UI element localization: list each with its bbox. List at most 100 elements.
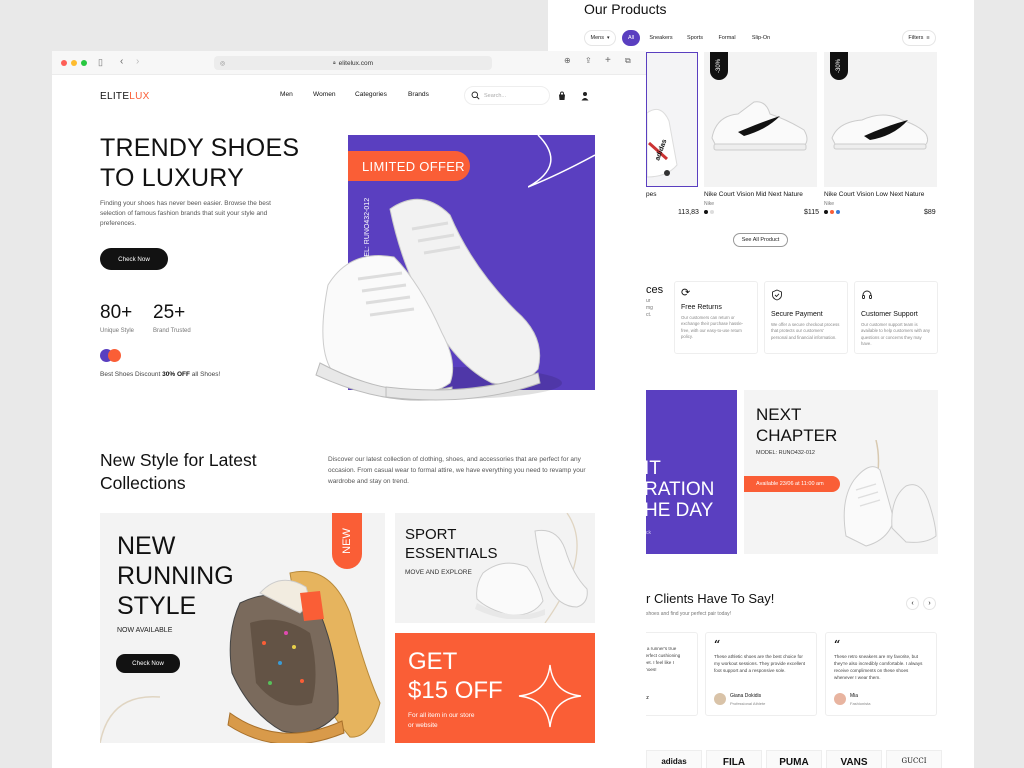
url-text: elitelux.com [338,59,373,67]
stat-brands-label: Brand Trusted [153,328,191,334]
avatar [714,693,726,705]
stat-styles-number: 80+ [100,302,133,323]
discount-circles-icon [100,349,122,363]
nav-brands[interactable]: Brands [408,91,429,98]
back-arrow-icon[interactable]: ‹ [120,56,123,67]
product-card-1[interactable]: -30% [704,52,817,187]
product-brand-1: Nike [704,201,715,207]
now-available-label: NOW AVAILABLE [117,627,173,634]
discount-badge: -30% [710,52,728,80]
product-brand-2: Nike [824,201,835,207]
availability-badge: Available 23/06 at 11:00 am [744,476,840,492]
see-all-button[interactable]: See All Product [733,233,788,247]
services-title-partial: ces [646,284,664,296]
product-price-2: $89 [924,209,936,216]
forward-arrow-icon[interactable]: › [136,56,139,67]
testimonials-title-partial: r Clients Have To Say! [646,591,775,606]
testimonials-sub-partial: shoes and find your perfect pair today! [646,611,732,617]
sneaker-image [843,440,937,547]
services-desc-partial: ur mg ct. [646,298,653,318]
sneaker-image: adidas [647,108,678,178]
service-card-payment: Secure Payment We offer a secure checkou… [764,281,848,354]
product-card-2[interactable]: -30% [824,52,937,187]
refresh-icon: ⟳ [681,287,691,299]
privacy-icon: ◎ [220,60,226,67]
nav-men[interactable]: Men [280,91,293,98]
new-tag: NEW [332,513,362,569]
running-title: NEW RUNNING STYLE [117,532,234,620]
nav-women[interactable]: Women [313,91,336,98]
sidebar-icon[interactable]: ▯ [98,57,103,68]
next-chapter-title: NEXT CHAPTER [756,405,838,445]
sneaker-image [831,114,929,150]
sneaker-image [711,101,808,151]
sport-essentials-card[interactable]: SPORT ESSENTIALS MOVE AND EXPLORE [395,513,595,623]
download-icon[interactable]: ⊕ [564,56,571,65]
site-logo[interactable]: ELITELUX [100,91,150,102]
collections-title: New Style for Latest Collections [100,450,257,493]
sport-sneakers-image [475,529,588,619]
address-bar[interactable]: ◎ 🔒︎ elitelux.com [214,56,492,70]
tabs-overview-icon[interactable]: ⧉ [625,56,631,66]
next-chapter-card: NEXT CHAPTER MODEL: RUNO432-012 Availabl… [744,390,938,554]
prev-arrow-icon[interactable]: ‹ [906,597,919,610]
filter-sports[interactable]: Sports [680,30,710,46]
color-swatches[interactable] [824,210,840,214]
next-arrow-icon[interactable]: › [923,597,936,610]
shield-check-icon [772,289,782,301]
maximize-window-button[interactable] [81,60,87,66]
product-price-partial: 113,83 [678,209,699,216]
discount-offer-card[interactable]: GET $15 OFF For all item in our store or… [395,633,595,743]
discount-text: Best Shoes Discount 30% OFF all Shoes! [100,371,221,378]
products-title: Our Products [584,1,667,17]
testimonial-card-1: “ These athletic shoes are the best choi… [705,632,817,716]
service-card-support: Customer Support Our customer support te… [854,281,938,354]
testimonial-card-2: “ These retro sneakers are my favorite, … [825,632,937,716]
filter-all[interactable]: All [622,30,640,46]
browser-toolbar: ▯ ‹ › ◎ 🔒︎ elitelux.com ⊕ ⇪ + ⧉ [52,51,646,75]
filter-formal[interactable]: Formal [712,30,742,46]
product-price-1: $115 [804,209,820,216]
service-card-returns: ⟳ Free Returns Our customers can return … [674,281,758,354]
stat-styles-label: Unique Style [100,328,135,334]
avatar [834,693,846,705]
color-swatches[interactable] [704,210,714,214]
decorative-curve [100,695,160,743]
new-tab-icon[interactable]: + [605,55,611,66]
brand-logo-gucci[interactable]: GUCCI [886,750,942,768]
hero-description: Finding your shoes has never been easier… [100,200,271,227]
product-name-1: Nike Court Vision Mid Next Nature [704,191,803,198]
decorative-curve [528,135,595,188]
brand-logo-vans[interactable]: VANS [826,750,882,768]
close-window-button[interactable] [61,60,67,66]
offer-title: GET $15 OFF [408,648,503,704]
quote-icon: “ [834,638,841,651]
shopping-bag-icon[interactable] [557,91,567,101]
running-style-card[interactable]: NEW RUNNING STYLE NOW AVAILABLE Check No… [100,513,385,743]
discount-badge: -30% [830,52,848,80]
lock-icon: 🔒︎ [333,60,336,66]
brand-logo-fila[interactable]: FILA [706,750,762,768]
sport-subtitle: MOVE AND EXPLORE [405,569,472,576]
nav-categories[interactable]: Categories [355,91,387,98]
product-card-partial[interactable]: adidas [646,52,698,187]
search-input[interactable]: Search... [464,86,550,105]
brand-logo-adidas[interactable]: adidas [646,750,702,768]
hero-sneakers-image [315,198,562,401]
filter-slipon[interactable]: Slip-On [746,30,776,46]
banner-text-partial: IT RATION HE DAY [644,458,715,521]
product-name-partial: pes [646,191,657,198]
promo-banner-partial: IT RATION HE DAY ck [644,390,737,554]
headset-icon [862,290,872,299]
minimize-window-button[interactable] [71,60,77,66]
stat-brands-number: 25+ [153,302,186,323]
filter-sneakers[interactable]: Sneakers [646,30,676,46]
filter-mens-dropdown[interactable]: Mens ▾ [584,30,616,46]
quote-icon: “ [714,638,721,651]
hero-check-now-button[interactable]: Check Now [100,248,168,270]
share-icon[interactable]: ⇪ [585,56,592,65]
filters-button[interactable]: Filters ≡ [902,30,936,46]
running-sneakers-image [227,570,381,743]
brand-logo-puma[interactable]: PUMA [766,750,822,768]
user-icon[interactable] [580,91,590,101]
